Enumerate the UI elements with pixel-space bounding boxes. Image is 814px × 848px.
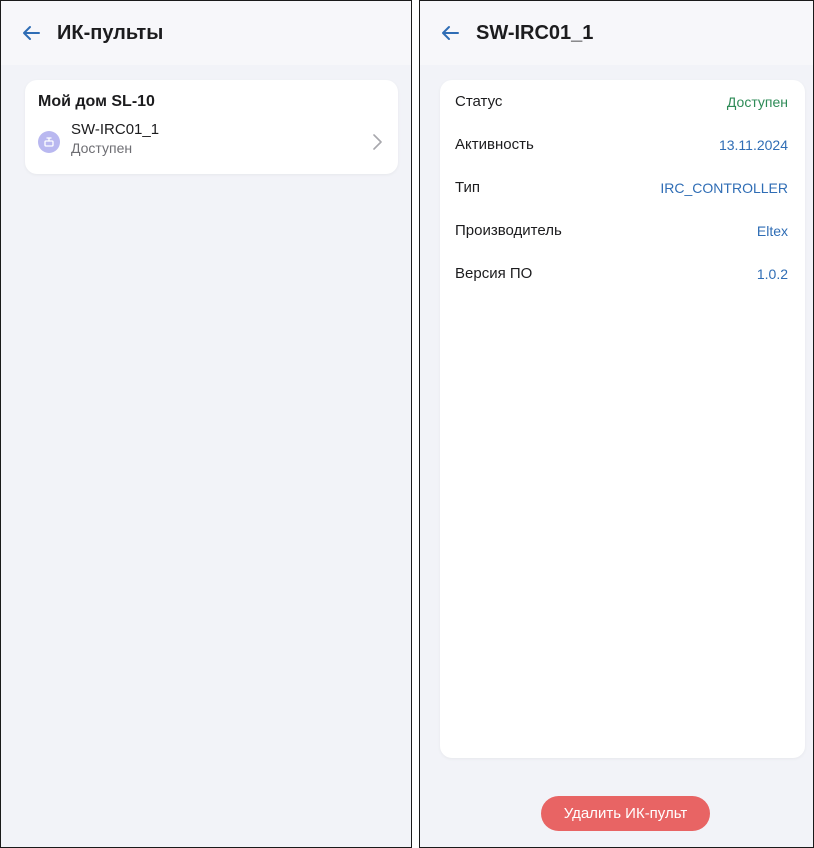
info-row-status: Статус Доступен	[455, 93, 788, 115]
page-title: SW-IRC01_1	[476, 21, 594, 44]
app-bar: ИК-пульты	[1, 1, 411, 65]
activity-value: 13.11.2024	[718, 137, 788, 153]
info-label: Версия ПО	[455, 265, 533, 282]
device-name: SW-IRC01_1	[71, 121, 160, 138]
group-title: Мой дом SL-10	[38, 93, 155, 110]
status-value: Доступен	[726, 94, 788, 110]
device-status: Доступен	[71, 140, 133, 156]
info-label: Тип	[455, 179, 481, 196]
device-list-item[interactable]: SW-IRC01_1 Доступен	[25, 118, 398, 168]
firmware-value: 1.0.2	[756, 266, 788, 282]
info-label: Статус	[455, 93, 503, 110]
info-label: Активность	[455, 136, 534, 153]
info-label: Производитель	[455, 222, 562, 239]
ir-remote-details-screen: SW-IRC01_1 Статус Доступен Активность 13…	[419, 0, 814, 848]
type-value: IRC_CONTROLLER	[660, 180, 788, 196]
chevron-right-icon	[370, 132, 384, 152]
delete-remote-button[interactable]: Удалить ИК-пульт	[541, 796, 710, 831]
device-info-card: Статус Доступен Активность 13.11.2024 Ти…	[440, 80, 805, 758]
manufacturer-value: Eltex	[756, 223, 788, 239]
remote-icon	[38, 131, 60, 153]
page-title: ИК-пульты	[57, 21, 164, 44]
home-group-card: Мой дом SL-10 SW-IRC01_1 Доступен	[25, 80, 398, 174]
ir-remotes-list-screen: ИК-пульты Мой дом SL-10 SW-IRC01_1 Досту…	[0, 0, 412, 848]
info-row-manufacturer: Производитель Eltex	[455, 222, 788, 244]
app-bar: SW-IRC01_1	[420, 1, 813, 65]
info-row-type: Тип IRC_CONTROLLER	[455, 179, 788, 201]
info-row-firmware: Версия ПО 1.0.2	[455, 265, 788, 287]
info-row-activity: Активность 13.11.2024	[455, 136, 788, 158]
arrow-left-icon[interactable]	[438, 21, 462, 45]
arrow-left-icon[interactable]	[19, 21, 43, 45]
